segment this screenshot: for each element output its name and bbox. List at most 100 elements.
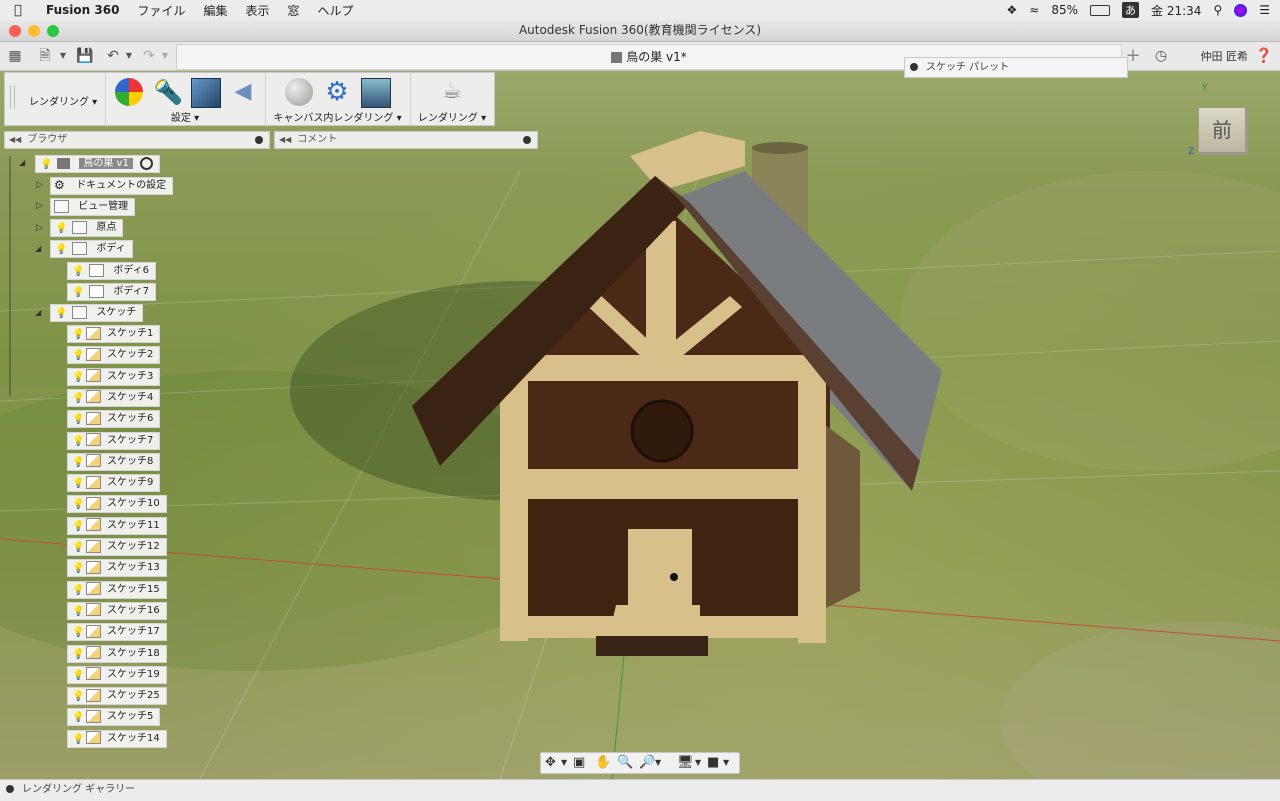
decal-icon[interactable]: ◀ <box>229 78 257 106</box>
zoom-window-icon[interactable] <box>47 25 59 37</box>
fit-icon[interactable]: 🔎 <box>639 755 655 770</box>
visibility-bulb-icon[interactable]: 💡 <box>72 519 84 532</box>
menu-clock[interactable]: 金 21:34 <box>1151 2 1201 19</box>
tree-sketch-item[interactable]: 💡 スケッチ14 <box>67 729 167 748</box>
collapse-left-icon[interactable]: ◀◀ <box>9 135 21 144</box>
visibility-bulb-icon[interactable]: 💡 <box>72 370 84 383</box>
tree-sketch-item[interactable]: 💡 スケッチ4 <box>67 388 161 407</box>
expand-views-arrow-icon[interactable]: ▷ <box>36 201 43 211</box>
collapse-sketches-arrow-icon[interactable]: ◢ <box>35 308 41 317</box>
apple-icon[interactable]:  <box>14 3 32 18</box>
browser-panel-header[interactable]: ◀◀ ブラウザ <box>4 131 270 149</box>
visibility-bulb-icon[interactable]: 💡 <box>72 412 84 425</box>
tree-sketch-item[interactable]: 💡 スケッチ6 <box>67 410 161 429</box>
tree-sketch-item[interactable]: 💡 スケッチ19 <box>67 665 167 684</box>
menu-edit[interactable]: 編集 <box>203 2 227 19</box>
tree-sketch-item[interactable]: 💡 スケッチ5 <box>67 708 161 727</box>
tree-sketch-item[interactable]: 💡 スケッチ2 <box>67 346 161 365</box>
tree-bodies[interactable]: 💡 ボディ <box>50 240 133 258</box>
menu-view[interactable]: 表示 <box>245 2 269 19</box>
save-icon[interactable]: 💾 <box>76 47 94 65</box>
tree-sketch-item[interactable]: 💡 スケッチ16 <box>67 601 167 620</box>
render-settings-gear-icon[interactable]: ⚙ <box>323 78 351 106</box>
menu-app-name[interactable]: Fusion 360 <box>46 3 119 17</box>
notification-center-icon[interactable]: ☰ <box>1259 3 1270 17</box>
user-name[interactable]: 仲田 匠希 <box>1201 48 1249 64</box>
tree-sketch-item[interactable]: 💡 スケッチ25 <box>67 687 167 706</box>
chevron-down-icon[interactable]: ▼ <box>54 47 72 65</box>
birdhouse-model[interactable] <box>0 71 1280 779</box>
tree-sketches[interactable]: 💡 スケッチ <box>50 304 144 322</box>
input-method-icon[interactable]: あ <box>1122 2 1140 18</box>
menu-window[interactable]: 窓 <box>287 2 299 19</box>
visibility-bulb-icon[interactable]: 💡 <box>40 157 52 170</box>
workspace-switcher[interactable]: レンダリング ▾ <box>29 93 97 108</box>
tree-named-views[interactable]: ビュー管理 <box>50 198 136 216</box>
visibility-bulb-icon[interactable]: 💡 <box>72 348 84 361</box>
tree-sketch-item[interactable]: 💡 スケッチ12 <box>67 538 167 556</box>
tree-body-item[interactable]: 💡 ボディ7 <box>67 283 157 301</box>
browser-options-icon[interactable] <box>255 136 263 144</box>
zoom-icon[interactable]: 🔍 <box>617 755 633 770</box>
job-status-clock-icon[interactable]: ◷ <box>1152 47 1170 65</box>
tree-sketch-item[interactable]: 💡 スケッチ3 <box>67 367 161 386</box>
expand-origin-arrow-icon[interactable]: ▷ <box>36 223 43 233</box>
wifi-icon[interactable]: ≈ <box>1029 3 1039 17</box>
visibility-bulb-icon[interactable]: 💡 <box>72 434 84 447</box>
view-cube-face[interactable]: 前 <box>1198 107 1246 153</box>
close-window-icon[interactable] <box>9 25 21 37</box>
capture-image-icon[interactable] <box>361 78 391 108</box>
fit-dropdown-icon[interactable]: ▼ <box>655 758 661 767</box>
grid-dropdown-icon[interactable]: ▼ <box>723 758 729 767</box>
expand-icon[interactable] <box>910 63 918 71</box>
redo-dropdown-icon[interactable]: ▼ <box>156 47 174 65</box>
file-menu-icon[interactable]: 🗎 <box>36 47 54 65</box>
pan-hand-icon[interactable]: ✋ <box>595 755 611 770</box>
undo-dropdown-icon[interactable]: ▼ <box>120 47 138 65</box>
tree-sketch-item[interactable]: 💡 スケッチ13 <box>67 559 167 578</box>
expand-doc-settings-arrow-icon[interactable]: ▷ <box>36 180 43 190</box>
display-dropdown-icon[interactable]: ▼ <box>695 758 701 767</box>
visibility-bulb-icon[interactable]: 💡 <box>72 732 84 745</box>
menu-help[interactable]: ヘルプ <box>317 2 353 19</box>
visibility-bulb-icon[interactable]: 💡 <box>72 583 84 596</box>
visibility-bulb-icon[interactable]: 💡 <box>72 285 84 298</box>
spotlight-icon[interactable]: ⚲ <box>1213 3 1222 17</box>
tree-sketch-item[interactable]: 💡 スケッチ10 <box>67 495 167 514</box>
tree-sketch-item[interactable]: 💡 スケッチ15 <box>67 580 167 599</box>
siri-icon[interactable] <box>1234 3 1248 17</box>
view-cube[interactable]: 前 Y Z <box>1188 83 1246 157</box>
visibility-bulb-icon[interactable]: 💡 <box>72 668 84 681</box>
tree-sketch-item[interactable]: 💡 スケッチ18 <box>67 644 167 663</box>
visibility-bulb-icon[interactable]: 💡 <box>72 647 84 660</box>
dropbox-icon[interactable]: ❖ <box>1007 3 1018 17</box>
minimize-window-icon[interactable] <box>28 25 40 37</box>
comments-add-icon[interactable] <box>523 136 531 144</box>
data-panel-grid-icon[interactable]: ▦ <box>6 47 24 65</box>
visibility-bulb-icon[interactable]: 💡 <box>72 264 84 277</box>
battery-icon[interactable] <box>1090 4 1111 16</box>
visibility-bulb-icon[interactable]: 💡 <box>55 306 67 319</box>
collapse-comments-icon[interactable]: ◀◀ <box>279 135 291 144</box>
grid-snap-icon[interactable]: ■ <box>707 755 719 770</box>
tree-sketch-item[interactable]: 💡 スケッチ7 <box>67 431 161 450</box>
visibility-bulb-icon[interactable]: 💡 <box>72 540 84 553</box>
tree-sketch-item[interactable]: 💡 スケッチ1 <box>67 325 161 343</box>
tree-sketch-item[interactable]: 💡 スケッチ9 <box>67 474 161 493</box>
render-dropdown[interactable]: レンダリング ▾ <box>410 109 494 124</box>
tree-sketch-item[interactable]: 💡 スケッチ11 <box>67 516 167 535</box>
tree-document-settings[interactable]: ⚙ ドキュメントの設定 <box>50 177 174 195</box>
settings-dropdown[interactable]: 設定 ▾ <box>105 109 265 124</box>
in-canvas-render-icon[interactable] <box>285 78 313 106</box>
appearance-icon[interactable] <box>115 78 143 106</box>
help-icon[interactable]: ❓ <box>1255 47 1273 65</box>
visibility-bulb-icon[interactable]: 💡 <box>55 242 67 255</box>
comments-panel-header[interactable]: ◀◀ コメント <box>274 131 538 149</box>
expand-gallery-icon[interactable] <box>6 785 14 793</box>
orbit-icon[interactable]: ✥ <box>545 755 556 770</box>
menu-file[interactable]: ファイル <box>137 2 185 19</box>
render-teapot-icon[interactable]: ☕ <box>438 78 466 106</box>
render-gallery-bar[interactable]: レンダリング ギャラリー <box>0 779 1280 801</box>
look-at-icon[interactable]: ▣ <box>573 755 585 770</box>
sketch-palette[interactable]: スケッチ パレット <box>904 57 1128 78</box>
